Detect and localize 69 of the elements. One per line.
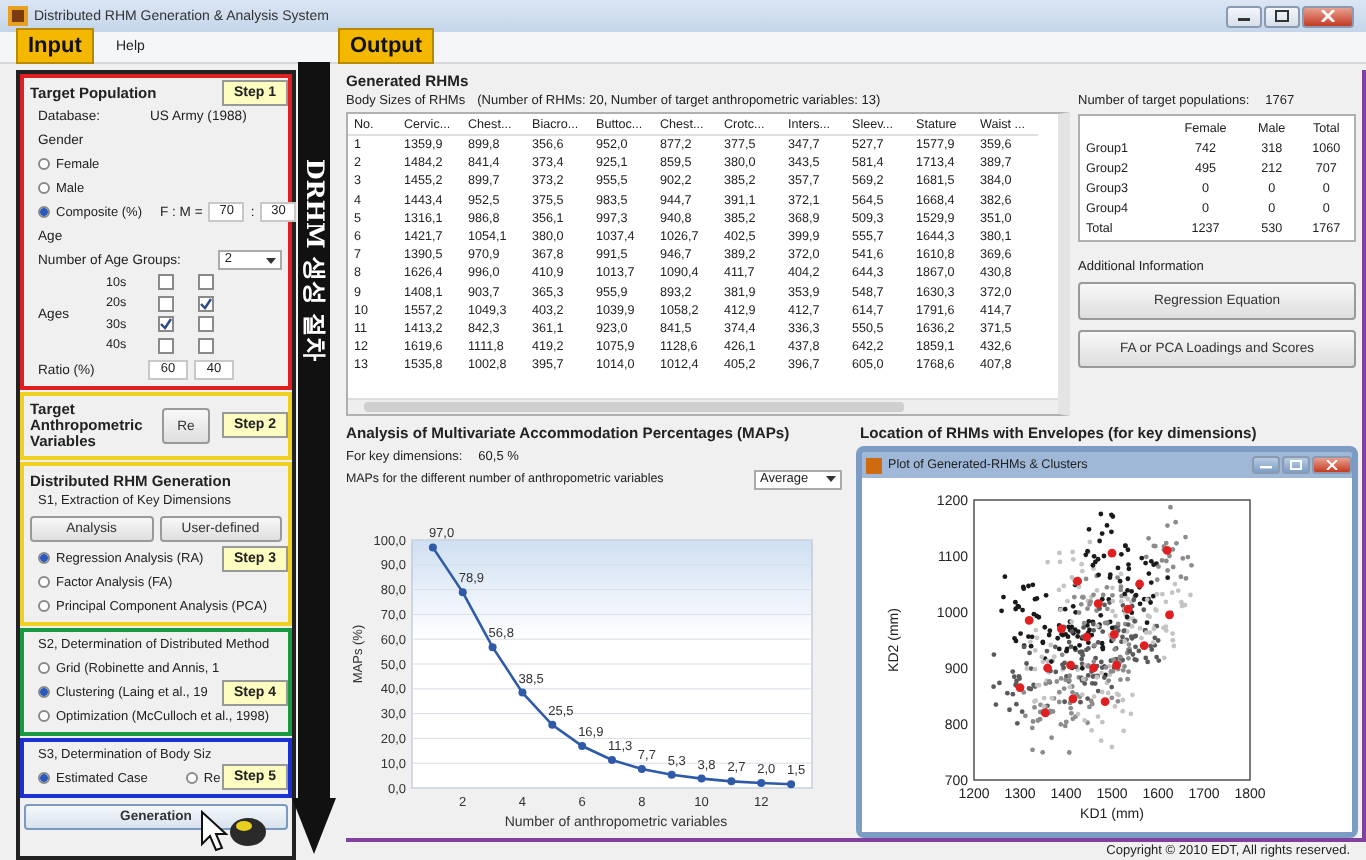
data-point	[578, 742, 587, 751]
radio-button[interactable]	[38, 206, 50, 218]
data-point	[518, 688, 527, 697]
data-point	[458, 588, 467, 597]
radio-button[interactable]	[38, 772, 50, 784]
data-point	[1081, 631, 1091, 641]
radio-button[interactable]	[38, 686, 50, 698]
maximize-button[interactable]	[1264, 5, 1300, 27]
close-button[interactable]	[1302, 5, 1354, 27]
data-point	[1164, 609, 1173, 619]
checkbox[interactable]	[158, 295, 174, 312]
close-icon	[1320, 10, 1336, 22]
data-point	[1122, 603, 1132, 613]
minimize-icon	[1260, 460, 1272, 470]
data-point	[1134, 578, 1143, 588]
radio-button[interactable]	[38, 662, 50, 674]
checkbox[interactable]	[198, 316, 214, 333]
data-point	[1039, 707, 1049, 717]
radio-button[interactable]	[38, 552, 50, 564]
data-point	[1088, 662, 1097, 672]
radio-button[interactable]	[38, 182, 50, 194]
minimize-button[interactable]	[1226, 5, 1262, 27]
data-point	[1108, 629, 1118, 638]
app-icon	[8, 6, 28, 26]
horizontal-scrollbar[interactable]	[348, 398, 1058, 414]
app-icon	[866, 457, 882, 473]
maximize-icon	[1290, 460, 1302, 470]
data-point	[787, 780, 796, 789]
caret-icon	[826, 476, 836, 482]
data-point	[637, 764, 646, 773]
data-point	[1138, 640, 1148, 649]
data-point	[667, 770, 676, 779]
checkbox[interactable]	[198, 274, 214, 291]
process-label: DRHM 생성 절차	[299, 158, 331, 362]
data-point	[488, 643, 497, 652]
radio-button[interactable]	[38, 576, 50, 588]
data-point	[548, 720, 557, 729]
data-point	[1099, 696, 1109, 705]
checkbox[interactable]	[158, 316, 174, 333]
data-point	[1065, 659, 1074, 669]
data-point	[1042, 662, 1051, 672]
data-point	[1092, 598, 1102, 607]
caret-icon	[266, 257, 276, 263]
close-button[interactable]	[1312, 456, 1352, 474]
data-point	[1067, 693, 1077, 703]
checkbox[interactable]	[198, 295, 214, 312]
radio-button[interactable]	[38, 710, 50, 722]
data-point	[727, 777, 736, 786]
close-icon	[1326, 460, 1338, 470]
data-point	[1161, 545, 1171, 554]
data-point	[1014, 682, 1024, 691]
radio-button[interactable]	[185, 772, 198, 784]
maximize-icon	[1274, 10, 1290, 22]
data-point	[1111, 659, 1120, 669]
input-label: Input	[16, 28, 94, 64]
checkbox[interactable]	[198, 337, 214, 354]
data-point	[1056, 623, 1065, 633]
data-point	[1072, 575, 1081, 585]
data-point	[697, 774, 706, 783]
data-point	[608, 756, 616, 764]
radio-button[interactable]	[38, 158, 50, 170]
radio-button[interactable]	[38, 600, 50, 612]
data-point	[428, 543, 437, 552]
data-point	[1023, 615, 1033, 624]
data-point	[757, 779, 766, 788]
checkbox[interactable]	[158, 274, 174, 291]
checkbox[interactable]	[158, 337, 174, 354]
data-point	[1106, 547, 1116, 557]
output-label: Output	[338, 28, 435, 64]
